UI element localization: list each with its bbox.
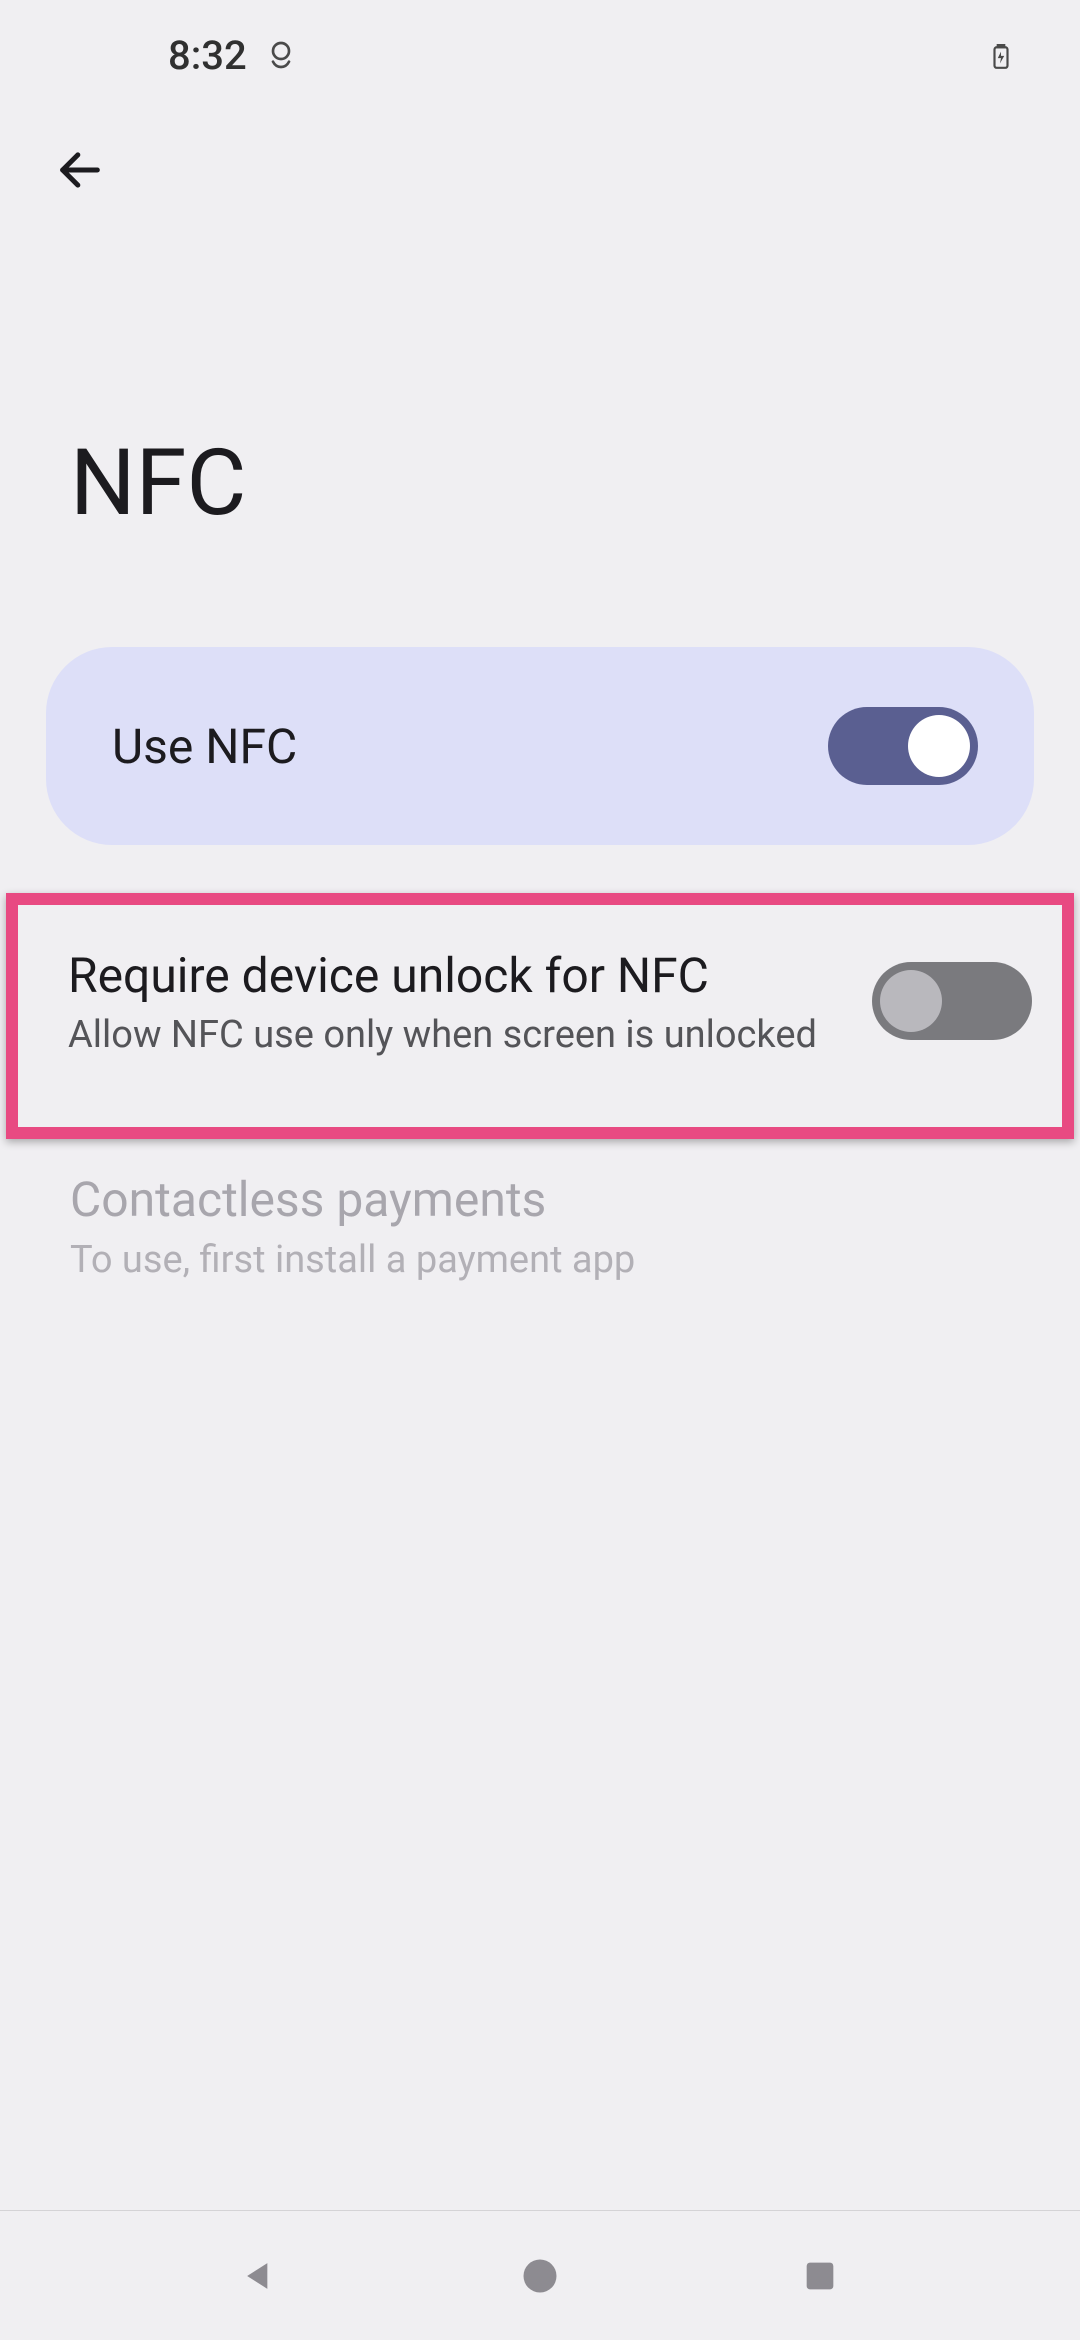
status-left: 8:32 (168, 32, 297, 79)
arrow-back-icon (54, 144, 106, 196)
use-nfc-toggle[interactable] (828, 707, 978, 785)
contactless-payments-subtitle: To use, first install a payment app (70, 1238, 1010, 1282)
triangle-back-icon (238, 2254, 282, 2298)
back-button[interactable] (50, 140, 110, 200)
status-time: 8:32 (168, 32, 247, 79)
status-bar: 8:32 (0, 0, 1080, 110)
contactless-payments-title: Contactless payments (70, 1169, 1010, 1231)
battery-charging-icon (988, 39, 1020, 71)
toolbar (0, 110, 1080, 230)
require-unlock-highlight: Require device unlock for NFC Allow NFC … (6, 893, 1074, 1139)
require-unlock-subtitle: Allow NFC use only when screen is unlock… (68, 1013, 852, 1057)
status-right (988, 39, 1020, 71)
nav-back-button[interactable] (230, 2246, 290, 2306)
nav-home-button[interactable] (510, 2246, 570, 2306)
page-title: NFC (0, 230, 1080, 647)
require-unlock-text: Require device unlock for NFC Allow NFC … (68, 945, 852, 1057)
toggle-knob (908, 715, 970, 777)
system-nav-bar (0, 2210, 1080, 2340)
square-recent-icon (800, 2256, 840, 2296)
use-nfc-label: Use NFC (112, 718, 297, 775)
require-unlock-title: Require device unlock for NFC (68, 945, 852, 1007)
circle-home-icon (518, 2254, 562, 2298)
status-app-icon (265, 39, 297, 71)
toggle-knob (880, 970, 942, 1032)
nav-recent-button[interactable] (790, 2246, 850, 2306)
use-nfc-row[interactable]: Use NFC (46, 647, 1034, 845)
require-unlock-toggle[interactable] (872, 962, 1032, 1040)
require-unlock-row[interactable]: Require device unlock for NFC Allow NFC … (68, 945, 1032, 1057)
contactless-payments-row: Contactless payments To use, first insta… (0, 1139, 1080, 1281)
